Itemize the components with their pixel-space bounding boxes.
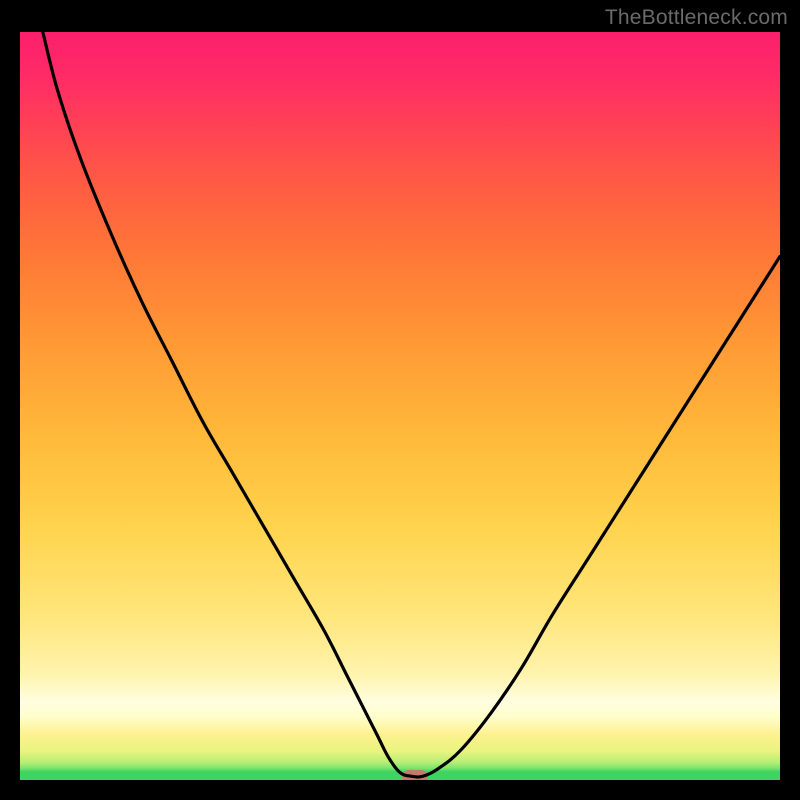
- chart-container: TheBottleneck.com: [0, 0, 800, 800]
- plot-area: [20, 32, 780, 780]
- bottleneck-curve: [43, 32, 780, 777]
- watermark-text: TheBottleneck.com: [605, 6, 788, 30]
- curve-svg: [20, 32, 780, 780]
